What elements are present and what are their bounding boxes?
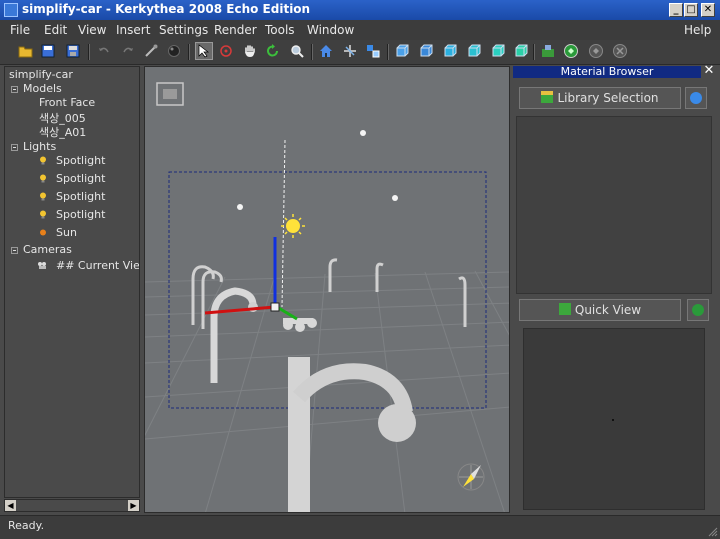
- brush-icon[interactable]: [143, 43, 159, 59]
- render-alt-icon[interactable]: [588, 43, 604, 59]
- menu-edit[interactable]: Edit: [44, 23, 67, 37]
- tree-light-item[interactable]: Spotlight: [56, 208, 105, 221]
- expand-cameras-toggle[interactable]: [11, 247, 18, 254]
- pan-hand-icon[interactable]: [242, 43, 258, 59]
- material-browser-panel: Material Browser ✕ Library Selection Qui…: [513, 64, 716, 514]
- tree-cameras[interactable]: Cameras: [23, 243, 72, 256]
- menu-view[interactable]: View: [78, 23, 106, 37]
- camera-icon: [38, 262, 46, 269]
- tree-light-item[interactable]: Spotlight: [56, 172, 105, 185]
- rotate-icon[interactable]: [265, 43, 281, 59]
- library-selection-button[interactable]: Library Selection: [519, 87, 681, 109]
- left-view-icon[interactable]: [442, 43, 458, 59]
- maximize-button[interactable]: □: [684, 3, 698, 17]
- tree-light-item[interactable]: Spotlight: [56, 190, 105, 203]
- material-browser-title: Material Browser: [513, 66, 701, 78]
- menu-render[interactable]: Render: [214, 23, 257, 37]
- home-icon[interactable]: [318, 43, 334, 59]
- spotlight-icon: [40, 192, 46, 201]
- tree-light-item[interactable]: Sun: [56, 226, 77, 239]
- save-as-icon[interactable]: [65, 43, 81, 59]
- tree-camera-item[interactable]: ## Current View: [56, 259, 139, 272]
- close-button[interactable]: ✕: [701, 3, 715, 17]
- quick-view-preview: [523, 328, 705, 510]
- back-view-icon[interactable]: [418, 43, 434, 59]
- window-title: simplify-car - Kerkythea 2008 Echo Editi…: [22, 2, 311, 16]
- minimize-button[interactable]: _: [669, 3, 683, 17]
- quick-view-label: Quick View: [574, 303, 642, 317]
- menu-bar: File Edit View Insert Settings Render To…: [0, 20, 720, 40]
- render-settings-icon[interactable]: [540, 43, 556, 59]
- tree-lights[interactable]: Lights: [23, 140, 56, 153]
- expand-lights-toggle[interactable]: [11, 144, 18, 151]
- render-icon[interactable]: [563, 43, 579, 59]
- scene-tree: simplify-car Models Front Face 색상_005 색상…: [4, 66, 140, 498]
- move-icon[interactable]: [342, 43, 358, 59]
- main-toolbar: [0, 40, 720, 65]
- 3d-viewport[interactable]: [144, 66, 510, 513]
- right-view-icon[interactable]: [466, 43, 482, 59]
- save-icon[interactable]: [40, 43, 56, 59]
- quick-view-button[interactable]: Quick View: [519, 299, 681, 321]
- zoom-icon[interactable]: [289, 43, 305, 59]
- scroll-left-arrow-icon[interactable]: ◀: [5, 500, 16, 511]
- compass-icon[interactable]: [457, 463, 485, 491]
- refresh-icon: [690, 92, 702, 104]
- app-icon: [4, 3, 18, 17]
- expand-models-toggle[interactable]: [11, 86, 18, 93]
- menu-settings[interactable]: Settings: [159, 23, 208, 37]
- panel-close-icon[interactable]: ✕: [703, 64, 715, 77]
- status-bar: Ready.: [0, 515, 720, 539]
- sun-light-icon[interactable]: [281, 214, 305, 238]
- spotlight-icon: [40, 156, 46, 165]
- top-view-icon[interactable]: [490, 43, 506, 59]
- bottom-view-icon[interactable]: [513, 43, 529, 59]
- material-library-area[interactable]: [516, 116, 712, 294]
- resize-grip-icon[interactable]: [708, 527, 718, 537]
- tree-model-item[interactable]: Front Face: [39, 96, 95, 109]
- target-icon[interactable]: [218, 43, 234, 59]
- view-camera-icon[interactable]: [156, 82, 184, 106]
- spotlight-markers[interactable]: [237, 130, 398, 210]
- select-icon[interactable]: [195, 42, 213, 60]
- status-text: Ready.: [8, 519, 45, 532]
- menu-help[interactable]: Help: [684, 23, 711, 37]
- scale-icon[interactable]: [365, 43, 381, 59]
- spotlight-icon: [40, 174, 46, 183]
- menu-tools[interactable]: Tools: [265, 23, 295, 37]
- stop-render-icon[interactable]: [612, 43, 628, 59]
- spotlight-icon: [40, 210, 46, 219]
- title-bar[interactable]: simplify-car - Kerkythea 2008 Echo Editi…: [0, 0, 720, 20]
- sun-icon: [40, 229, 46, 236]
- undo-icon[interactable]: [96, 43, 112, 59]
- library-selection-label: Library Selection: [557, 91, 659, 105]
- tree-model-item[interactable]: 색상_A01: [39, 124, 86, 140]
- menu-file[interactable]: File: [10, 23, 30, 37]
- tree-light-item[interactable]: Spotlight: [56, 154, 105, 167]
- redo-icon[interactable]: [120, 43, 136, 59]
- open-icon[interactable]: [18, 43, 34, 59]
- tree-models[interactable]: Models: [23, 82, 62, 95]
- viewport-scene[interactable]: [145, 67, 510, 513]
- app-window: simplify-car - Kerkythea 2008 Echo Editi…: [0, 0, 720, 539]
- refresh-library-button[interactable]: [685, 87, 707, 109]
- menu-window[interactable]: Window: [307, 23, 354, 37]
- scroll-right-arrow-icon[interactable]: ▶: [128, 500, 139, 511]
- front-view-icon[interactable]: [394, 43, 410, 59]
- tree-root[interactable]: simplify-car: [9, 68, 73, 81]
- quick-view-icon: [558, 303, 571, 315]
- sphere-icon[interactable]: [166, 43, 182, 59]
- library-icon: [541, 91, 554, 103]
- quick-view-render-button[interactable]: [687, 299, 709, 321]
- tree-horizontal-scrollbar[interactable]: ◀ ▶: [4, 499, 140, 512]
- menu-insert[interactable]: Insert: [116, 23, 150, 37]
- render-preview-icon: [692, 304, 704, 316]
